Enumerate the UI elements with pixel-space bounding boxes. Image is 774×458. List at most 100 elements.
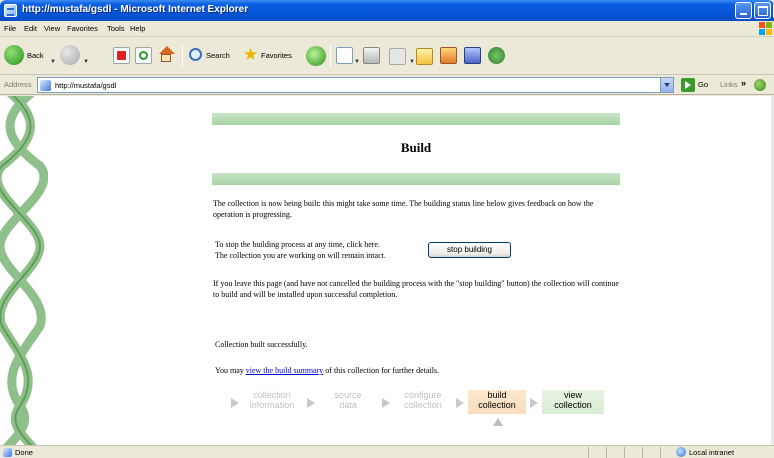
edit-dropdown-icon[interactable]: ▼ — [409, 59, 415, 65]
ie-page-icon — [4, 4, 17, 17]
status-panel — [624, 447, 640, 458]
step-label-line2: collection — [554, 400, 592, 410]
build-status-text: Collection built successfully. — [215, 340, 308, 349]
menu-help[interactable]: Help — [130, 24, 145, 33]
status-panel — [642, 447, 658, 458]
address-dropdown-icon[interactable] — [660, 78, 673, 92]
step-build-collection[interactable]: build collection — [468, 390, 526, 414]
stop-icon[interactable] — [113, 47, 130, 64]
search-button[interactable]: Search — [188, 45, 238, 67]
zone-text: Local intranet — [689, 448, 735, 457]
toolbar-separator — [182, 45, 183, 67]
intranet-zone-icon — [676, 447, 686, 457]
step-label-line1: source — [334, 390, 362, 400]
address-label: Address — [4, 80, 32, 89]
step-arrow-icon — [382, 398, 390, 408]
page-done-icon — [3, 448, 12, 457]
page-content: Build The collection is now being built:… — [0, 96, 774, 445]
step-label-line2: collection — [404, 400, 442, 410]
browser-window: http://mustafa/gsdl - Microsoft Internet… — [0, 0, 774, 458]
step-arrow-icon — [231, 398, 239, 408]
search-label: Search — [206, 51, 230, 60]
status-panel — [588, 447, 604, 458]
step-label-line1: build — [487, 390, 507, 400]
forward-button[interactable]: ▼ — [60, 45, 90, 67]
step-arrow-icon — [530, 398, 538, 408]
edit-icon[interactable] — [389, 48, 406, 65]
header-band-bottom — [212, 173, 620, 185]
menu-bar: File Edit View Favorites Tools Help — [0, 21, 774, 37]
discuss-icon[interactable] — [416, 48, 433, 65]
title-bar[interactable]: http://mustafa/gsdl - Microsoft Internet… — [0, 0, 774, 21]
links-chevron-icon[interactable]: » — [741, 78, 746, 88]
step-arrow-icon — [307, 398, 315, 408]
step-label-line2: collection — [478, 400, 516, 410]
page-title: Build — [400, 140, 432, 155]
menu-favorites[interactable]: Favorites — [67, 24, 98, 33]
step-label-line1: configure — [404, 390, 442, 400]
back-button[interactable]: Back ▼ — [4, 45, 59, 67]
search-icon — [189, 48, 202, 61]
research-icon[interactable] — [440, 47, 457, 64]
view-build-summary-link[interactable]: view the build summary — [246, 366, 324, 375]
forward-arrow-icon — [60, 45, 80, 65]
step-label-line2: data — [339, 400, 357, 410]
intro-text: The collection is now being built: this … — [213, 199, 594, 219]
favorites-star-icon: ★ — [243, 45, 259, 64]
mail-dropdown-icon[interactable]: ▼ — [354, 59, 360, 65]
history-icon[interactable] — [306, 46, 326, 66]
messenger-icon[interactable] — [464, 47, 481, 64]
back-arrow-icon — [4, 45, 24, 65]
summary-prefix: You may — [215, 366, 246, 375]
step-source-data[interactable]: source data — [318, 390, 378, 414]
window-title: http://mustafa/gsdl - Microsoft Internet… — [22, 4, 249, 15]
home-icon[interactable] — [157, 46, 175, 63]
braid-pattern — [0, 96, 60, 445]
decorative-side-border — [0, 96, 60, 445]
summary-line: You may view the build summary of this c… — [215, 366, 439, 375]
toolbar-separator — [330, 45, 331, 67]
go-arrow-icon[interactable] — [681, 78, 695, 92]
stop-line-1: To stop the building process at any time… — [215, 240, 380, 249]
current-step-marker-icon — [493, 418, 503, 426]
leave-page-note: If you leave this page (and have not can… — [213, 279, 619, 299]
back-label: Back — [27, 51, 44, 60]
stop-instructions: To stop the building process at any time… — [215, 239, 386, 261]
step-arrow-icon — [456, 398, 464, 408]
address-field[interactable]: http://mustafa/gsdl — [37, 77, 674, 93]
step-view-collection[interactable]: view collection — [542, 390, 604, 414]
menu-file[interactable]: File — [4, 24, 16, 33]
stop-building-button[interactable]: stop building — [428, 242, 511, 258]
minimize-button[interactable] — [735, 2, 752, 19]
menu-edit[interactable]: Edit — [24, 24, 37, 33]
summary-suffix: of this collection for further details. — [323, 366, 440, 375]
page-icon — [40, 80, 51, 91]
header-band-top — [212, 113, 620, 125]
maximize-button[interactable] — [754, 2, 771, 19]
links-toolbar-icon[interactable] — [754, 79, 766, 91]
menu-view[interactable]: View — [44, 24, 60, 33]
mail-icon[interactable] — [336, 47, 353, 64]
step-label-line2: information — [249, 400, 295, 410]
status-text: Done — [15, 448, 33, 457]
favorites-button[interactable]: ★ Favorites — [243, 45, 305, 67]
go-button[interactable]: Go — [698, 80, 708, 89]
status-panel — [606, 447, 622, 458]
step-label-line1: view — [563, 390, 582, 400]
print-icon[interactable] — [363, 47, 380, 64]
windows-logo-icon — [759, 22, 773, 36]
menu-tools[interactable]: Tools — [107, 24, 125, 33]
step-configure-collection[interactable]: configure collection — [393, 390, 453, 414]
links-label[interactable]: Links — [720, 80, 738, 89]
back-dropdown-icon[interactable]: ▼ — [50, 59, 56, 65]
refresh-icon[interactable] — [135, 47, 152, 64]
stop-line-2: The collection you are working on will r… — [215, 251, 386, 260]
step-collection-information[interactable]: collection information — [241, 390, 303, 414]
standard-toolbar: Back ▼ ▼ Search ★ Favorites ▼ ▼ — [0, 37, 774, 75]
address-url[interactable]: http://mustafa/gsdl — [55, 81, 116, 90]
media-icon[interactable] — [488, 47, 505, 64]
step-label-line1: collection — [253, 390, 291, 400]
forward-dropdown-icon[interactable]: ▼ — [83, 59, 89, 65]
favorites-label: Favorites — [261, 51, 292, 60]
status-bar: Done Local intranet — [0, 445, 774, 458]
